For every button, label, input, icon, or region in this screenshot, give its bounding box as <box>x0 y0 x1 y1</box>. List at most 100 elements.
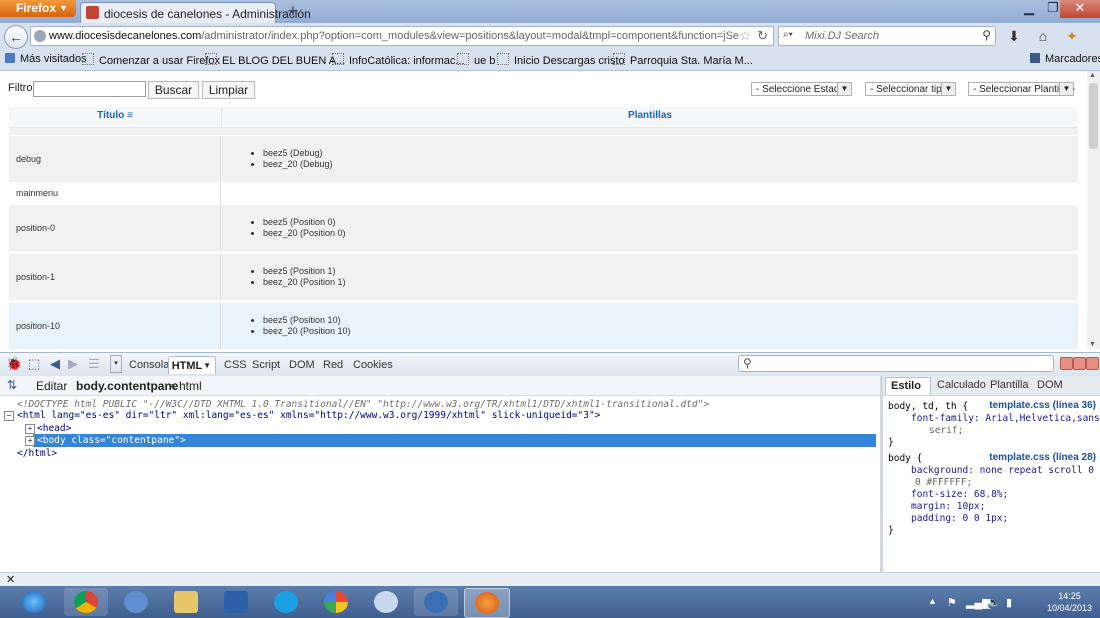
css-declaration[interactable]: padding: 0 0 1px; <box>911 513 1008 524</box>
taskbar-paint[interactable] <box>364 588 408 616</box>
bookmark-item[interactable]: InfoCatólica: informac... <box>332 53 465 67</box>
minimize-button[interactable]: ▁ <box>1016 0 1042 18</box>
tab-cookies[interactable]: Cookies <box>353 359 393 371</box>
scroll-thumb[interactable] <box>1089 83 1098 149</box>
bookmark-item[interactable]: Inicio Descargas cristo <box>497 53 625 67</box>
bookmark-item[interactable]: ue b <box>457 53 495 67</box>
inspect-icon[interactable]: ⬚ <box>28 356 40 372</box>
flag-icon[interactable]: ⚑ <box>947 596 957 609</box>
state-select[interactable]: - Seleccione Estado - ▼ <box>751 82 852 96</box>
table-row[interactable]: mainmenu <box>9 183 1078 204</box>
volume-icon[interactable]: 🔈 <box>987 596 1001 609</box>
position-name[interactable]: position-1 <box>16 272 55 282</box>
position-name[interactable]: position-0 <box>16 223 55 233</box>
home-icon[interactable]: ⌂ <box>1033 27 1053 45</box>
taskbar-talk[interactable] <box>114 588 158 616</box>
taskbar-explorer[interactable] <box>164 588 208 616</box>
start-button[interactable] <box>10 588 60 616</box>
system-clock[interactable]: 14:25 10/04/2013 <box>1047 590 1092 614</box>
tab-calculado[interactable]: Calculado <box>937 379 986 391</box>
type-select[interactable]: - Seleccionar tipo - ▼ <box>865 82 956 96</box>
bookmark-item[interactable]: Comenzar a usar Firefox <box>82 53 220 67</box>
column-header-title[interactable]: Título ≡ <box>9 110 221 121</box>
css-declaration[interactable]: font-family: Arial,Helvetica,sans- <box>911 413 1100 424</box>
tab-script[interactable]: Script <box>252 359 280 371</box>
position-name[interactable]: position-10 <box>16 321 60 331</box>
search-engine-icon[interactable]: ⌕▾ <box>783 29 793 40</box>
breadcrumb-parent[interactable]: html <box>179 379 202 393</box>
browser-tab[interactable]: diocesis de canelones - Administración <box>80 2 311 23</box>
position-name[interactable]: debug <box>16 154 41 164</box>
tab-dom[interactable]: DOM <box>289 359 315 371</box>
page-scrollbar[interactable]: ▲ ▼ <box>1087 71 1100 349</box>
battery-icon[interactable]: ▮ <box>1006 596 1012 609</box>
show-hidden-icons[interactable]: ▲ <box>928 596 937 606</box>
detach-panel-icon[interactable] <box>1073 357 1086 370</box>
download-icon[interactable]: ⬇ <box>1004 27 1024 45</box>
search-icon[interactable]: ⚲ <box>982 28 991 42</box>
html-open-node[interactable]: <html lang="es-es" dir="ltr" xml:lang="e… <box>17 410 600 421</box>
filter-input[interactable] <box>33 81 146 97</box>
head-node[interactable]: <head> <box>37 423 71 434</box>
layout-icon[interactable]: ⇅ <box>7 378 17 392</box>
taskbar-skype[interactable] <box>264 588 308 616</box>
css-declaration[interactable]: background: none repeat scroll 0 <box>911 465 1094 476</box>
taskbar-word[interactable] <box>214 588 258 616</box>
close-window-button[interactable]: ✕ <box>1060 0 1100 18</box>
clear-button[interactable]: Limpiar <box>202 81 255 99</box>
addon-icon[interactable]: ✦ <box>1062 27 1082 45</box>
bookmarks-menu[interactable]: Marcadores <box>1030 53 1100 65</box>
css-selector[interactable]: body, td, th { <box>888 401 968 412</box>
tab-plantilla[interactable]: Plantilla <box>990 379 1029 391</box>
bookmark-item[interactable]: Parroquia Sta. María M... <box>613 53 753 67</box>
position-name[interactable]: mainmenu <box>16 188 58 198</box>
css-source-link[interactable]: template.css (línea 28) <box>989 452 1096 463</box>
taskbar-chrome[interactable] <box>64 588 108 616</box>
search-button[interactable]: Buscar <box>148 81 199 99</box>
arrow-right-icon[interactable]: ▶ <box>68 356 78 372</box>
table-row[interactable]: position-1 beez5 (Position 1) beez_20 (P… <box>9 254 1078 300</box>
close-icon[interactable]: ✕ <box>6 573 15 586</box>
taskbar-firefox[interactable] <box>464 588 510 618</box>
taskbar-app[interactable] <box>414 588 458 616</box>
table-row[interactable]: position-10 beez5 (Position 10) beez_20 … <box>9 303 1078 349</box>
panel-menu-button[interactable]: ▾ <box>110 355 122 373</box>
body-node[interactable]: <body class="contentpane"> <box>37 435 186 446</box>
scroll-up-icon[interactable]: ▲ <box>1089 72 1096 79</box>
bookmark-item[interactable]: Más visitados <box>5 53 87 65</box>
expand-icon[interactable]: + <box>25 424 35 434</box>
template-select[interactable]: - Seleccionar Plantilla - ▼ <box>968 82 1075 96</box>
css-declaration[interactable]: margin: 10px; <box>911 501 985 512</box>
collapse-icon[interactable]: − <box>4 411 14 421</box>
tab-html[interactable]: HTML ▼ <box>168 356 216 374</box>
tab-estilo[interactable]: Estilo ▼ <box>885 377 931 408</box>
reload-icon[interactable]: ↻ <box>757 28 768 44</box>
table-row[interactable]: position-0 beez5 (Position 0) beez_20 (P… <box>9 205 1078 251</box>
firebug-search-input[interactable]: ⚲ <box>738 355 1054 372</box>
url-bar[interactable]: www.diocesisdecanelones.com/administrato… <box>30 26 774 46</box>
list-icon[interactable]: ☰ <box>88 356 100 372</box>
tab-consola[interactable]: Consola <box>129 359 169 371</box>
tab-css[interactable]: CSS <box>224 359 247 371</box>
css-source-link[interactable]: template.css (línea 36) <box>989 400 1096 411</box>
table-row[interactable]: debug beez5 (Debug) beez_20 (Debug) <box>9 136 1078 182</box>
edit-button[interactable]: Editar <box>36 379 67 393</box>
close-panel-icon[interactable] <box>1086 357 1099 370</box>
back-button[interactable]: ← <box>4 25 28 49</box>
arrow-left-icon[interactable]: ◀ <box>50 356 60 372</box>
bookmark-item[interactable]: EL BLOG DEL BUEN A... <box>205 53 345 67</box>
firebug-icon[interactable]: 🐞 <box>6 356 22 372</box>
css-selector[interactable]: body { <box>888 453 922 464</box>
tab-side-dom[interactable]: DOM <box>1037 379 1063 391</box>
minimize-panel-icon[interactable] <box>1060 357 1073 370</box>
tab-red[interactable]: Red <box>323 359 343 371</box>
breadcrumb-current[interactable]: body.contentpane <box>76 379 178 393</box>
scroll-down-icon[interactable]: ▼ <box>1089 341 1096 348</box>
new-tab-button[interactable]: + <box>283 2 303 21</box>
taskbar-picasa[interactable] <box>314 588 358 616</box>
css-declaration[interactable]: font-size: 68.8%; <box>911 489 1008 500</box>
search-bar[interactable]: ⌕▾ Mixi.DJ Search ⚲ <box>778 26 996 46</box>
firefox-menu-button[interactable]: Firefox ▼ <box>0 0 76 17</box>
expand-icon[interactable]: + <box>25 436 35 446</box>
bookmark-star-icon[interactable]: ☆ <box>739 28 751 44</box>
